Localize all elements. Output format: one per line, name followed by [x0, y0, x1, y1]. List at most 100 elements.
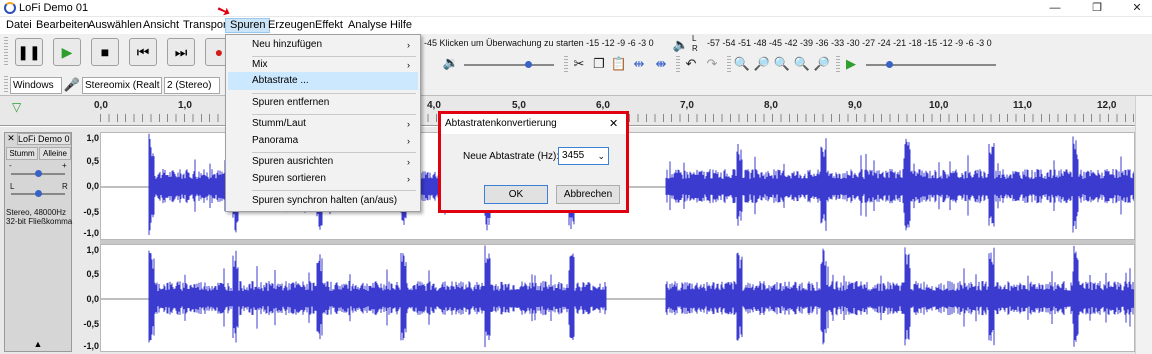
menu-item-label: Spuren sortieren — [252, 173, 326, 184]
collapse-track-button[interactable]: ▲ — [25, 339, 51, 351]
stop-button[interactable]: ■ — [91, 38, 119, 66]
ruler-label: 7,0 — [680, 100, 694, 111]
menu-effekt[interactable]: Effekt — [311, 18, 347, 33]
sample-rate-label: Neue Abtastrate (Hz): — [463, 151, 560, 162]
scale-label: 1,0 — [86, 133, 99, 143]
ruler-label: 9,0 — [848, 100, 862, 111]
menu-item-spuren-ausrichten[interactable]: Spuren ausrichten › — [228, 153, 418, 171]
menu-auswaehlen[interactable]: Auswählen — [84, 18, 146, 33]
play-at-speed-icon[interactable]: ▶ — [842, 55, 860, 73]
menu-item-spuren-synchron[interactable]: Spuren synchron halten (an/aus) — [228, 192, 418, 210]
ruler-label: 10,0 — [929, 100, 949, 111]
zoom-toggle-icon[interactable]: 🔎 — [813, 55, 831, 73]
zoom-out-icon[interactable]: 🔎 — [753, 55, 771, 73]
playback-meter-scale[interactable]: -57 -54 -51 -48 -45 -42 -39 -36 -33 -30 … — [707, 38, 992, 48]
submenu-arrow-icon: › — [407, 136, 410, 146]
menu-item-neu-hinzufuegen[interactable]: Neu hinzufügen › — [228, 36, 418, 54]
skip-start-button[interactable]: ⏮ — [129, 38, 157, 66]
mute-button[interactable]: Stumm — [6, 147, 38, 160]
menu-item-label: Panorama — [252, 135, 299, 146]
toolbar-grip[interactable] — [4, 76, 8, 94]
solo-button[interactable]: Alleine — [39, 147, 71, 160]
scale-label: -0,5 — [83, 207, 99, 217]
audacity-logo-icon — [4, 2, 16, 14]
waveform-channel-right[interactable] — [100, 244, 1135, 352]
close-button[interactable]: ✕ — [1122, 0, 1152, 17]
playback-volume-slider[interactable] — [464, 64, 554, 66]
sample-rate-value[interactable]: 3455 — [562, 150, 584, 161]
playback-volume-knob[interactable] — [525, 61, 532, 68]
trim-icon[interactable]: ⇹ — [630, 55, 648, 73]
redo-icon[interactable]: ↷ — [703, 55, 721, 73]
menu-datei[interactable]: Datei — [2, 18, 36, 33]
speaker-meter-icon[interactable]: 🔈 — [672, 36, 690, 54]
pan-right-label: R — [62, 182, 68, 191]
cut-icon[interactable]: ✂ — [570, 55, 588, 73]
ruler-label: 12,0 — [1097, 100, 1117, 111]
pin-playhead-icon[interactable]: ▽ — [12, 100, 21, 114]
play-button[interactable]: ▶ — [53, 38, 81, 66]
scale-label: -1,0 — [83, 228, 99, 238]
silence-icon[interactable]: ⇼ — [652, 55, 670, 73]
track-control-panel[interactable]: ✕ LoFi Demo 0 Stumm Alleine - + L R Ster… — [4, 132, 72, 352]
minimize-button[interactable]: — — [1040, 0, 1070, 17]
sample-rate-combobox[interactable]: 3455 ⌄ — [558, 147, 609, 165]
toolbar-grip[interactable] — [564, 56, 568, 74]
menu-item-label: Spuren entfernen — [252, 97, 330, 108]
undo-icon[interactable]: ↶ — [682, 55, 700, 73]
spuren-dropdown-menu: Neu hinzufügen › Mix › Abtastrate ... Spur… — [225, 34, 421, 212]
chevron-down-icon[interactable]: ⌄ — [597, 148, 605, 164]
menu-hilfe[interactable]: Hilfe — [386, 18, 416, 33]
copy-icon[interactable]: ❐ — [590, 55, 608, 73]
gain-min-label: - — [9, 161, 12, 170]
dialog-close-icon[interactable]: ✕ — [609, 114, 618, 134]
track-name-menu[interactable]: LoFi Demo 0 — [17, 133, 71, 145]
cancel-button[interactable]: Abbrechen — [556, 185, 620, 204]
channels-select[interactable]: 2 (Stereo) — [164, 77, 220, 94]
recording-device-select[interactable]: Stereomix (Realt — [82, 77, 162, 94]
gain-knob[interactable] — [35, 170, 42, 177]
dialog-title-bar: Abtastratenkonvertierung ✕ — [441, 114, 626, 134]
menu-item-stumm-laut[interactable]: Stumm/Laut › — [228, 115, 418, 133]
submenu-arrow-icon: › — [407, 157, 410, 167]
vertical-scrollbar[interactable] — [1135, 96, 1152, 354]
submenu-arrow-icon: › — [407, 174, 410, 184]
pan-knob[interactable] — [35, 190, 42, 197]
scale-label: 0,0 — [86, 294, 99, 304]
track-sample-format: 32-bit Fließkomma — [6, 217, 73, 226]
ruler-label: 4,0 — [427, 100, 441, 111]
menu-item-spuren-sortieren[interactable]: Spuren sortieren › — [228, 170, 418, 188]
meter-label-L: L — [692, 34, 697, 43]
play-speed-knob[interactable] — [886, 61, 893, 68]
menu-item-label: Abtastrate ... — [252, 75, 309, 86]
record-meter-scale[interactable]: -45 Klicken um Überwachung zu starten -1… — [424, 38, 654, 48]
ruler-label: 8,0 — [764, 100, 778, 111]
menu-item-abtastrate[interactable]: Abtastrate ... — [228, 72, 418, 90]
paste-icon[interactable]: 📋 — [610, 55, 628, 73]
ok-button[interactable]: OK — [484, 185, 548, 204]
pan-left-label: L — [10, 182, 15, 191]
toolbar-grip[interactable] — [727, 56, 731, 74]
waveform-path — [148, 245, 1134, 348]
menu-analyse[interactable]: Analyse — [344, 18, 391, 33]
fit-selection-icon[interactable]: 🔍 — [773, 55, 791, 73]
fit-project-icon[interactable]: 🔍 — [793, 55, 811, 73]
toolbar-grip[interactable] — [4, 37, 8, 65]
menu-item-panorama[interactable]: Panorama › — [228, 132, 418, 150]
audio-host-select[interactable]: Windows — [10, 77, 62, 94]
restore-button[interactable]: ❐ — [1082, 0, 1112, 17]
window-title: LoFi Demo 01 — [19, 2, 89, 14]
menu-ansicht[interactable]: Ansicht — [139, 18, 183, 33]
toolbar-grip[interactable] — [836, 56, 840, 74]
menu-item-label: Neu hinzufügen — [252, 39, 323, 50]
pause-button[interactable]: ❚❚ — [15, 38, 43, 66]
menu-item-spuren-entfernen[interactable]: Spuren entfernen — [228, 94, 418, 112]
zoom-in-icon[interactable]: 🔍 — [733, 55, 751, 73]
menu-separator — [252, 190, 416, 191]
toolbar-area: ❚❚ ▶ ■ ⏮ ⏭ ● -45 Klicken um Überwachung … — [0, 34, 1152, 96]
skip-end-button[interactable]: ⏭ — [167, 38, 195, 66]
toolbar-grip[interactable] — [676, 56, 680, 74]
track-close-button[interactable]: ✕ — [6, 133, 16, 145]
scale-label: 1,0 — [86, 245, 99, 255]
track-format-info: Stereo, 48000Hz — [6, 208, 67, 217]
